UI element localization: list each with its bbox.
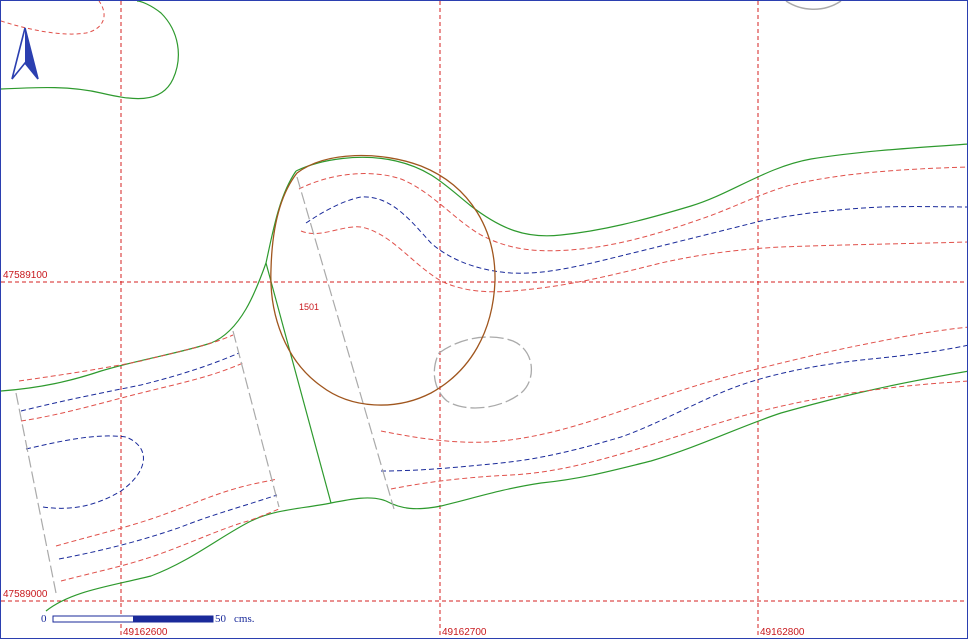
map-drawing[interactable]: 1501 47589100 47589000 49162600 49162700… <box>1 1 968 639</box>
grid-label-y-47589100: 47589100 <box>3 270 48 281</box>
scale-bar: 0 50 cms. <box>41 613 255 625</box>
scale-bar-fill <box>133 616 213 622</box>
grid <box>1 1 967 638</box>
bank-line-lower <box>45 370 967 612</box>
gray-outline-shape <box>433 336 533 409</box>
map-canvas[interactable]: 1501 47589100 47589000 49162600 49162700… <box>0 0 968 639</box>
bank-line-crossing <box>265 262 332 504</box>
grid-label-x-49162700: 49162700 <box>442 627 487 638</box>
transect-lines-gray <box>15 176 395 594</box>
grid-label-x-49162600: 49162600 <box>123 627 168 638</box>
grid-label-x-49162800: 49162800 <box>760 627 805 638</box>
feature-circle-1501[interactable] <box>270 154 496 406</box>
grid-label-y-47589000: 47589000 <box>3 589 48 600</box>
gray-outline-top <box>785 1 842 10</box>
contours-red <box>18 166 967 582</box>
scale-bar-start-label: 0 <box>41 613 47 625</box>
bank-line-upper-left <box>1 170 297 392</box>
centerlines-blue <box>20 196 967 560</box>
contour-island <box>1 1 105 35</box>
scale-bar-unit: cms. <box>234 613 255 625</box>
north-arrow-icon <box>11 27 39 80</box>
scale-bar-end-label: 50 <box>215 613 227 625</box>
bank-line-upper-right <box>295 143 967 237</box>
feature-label-1501: 1501 <box>299 302 319 312</box>
